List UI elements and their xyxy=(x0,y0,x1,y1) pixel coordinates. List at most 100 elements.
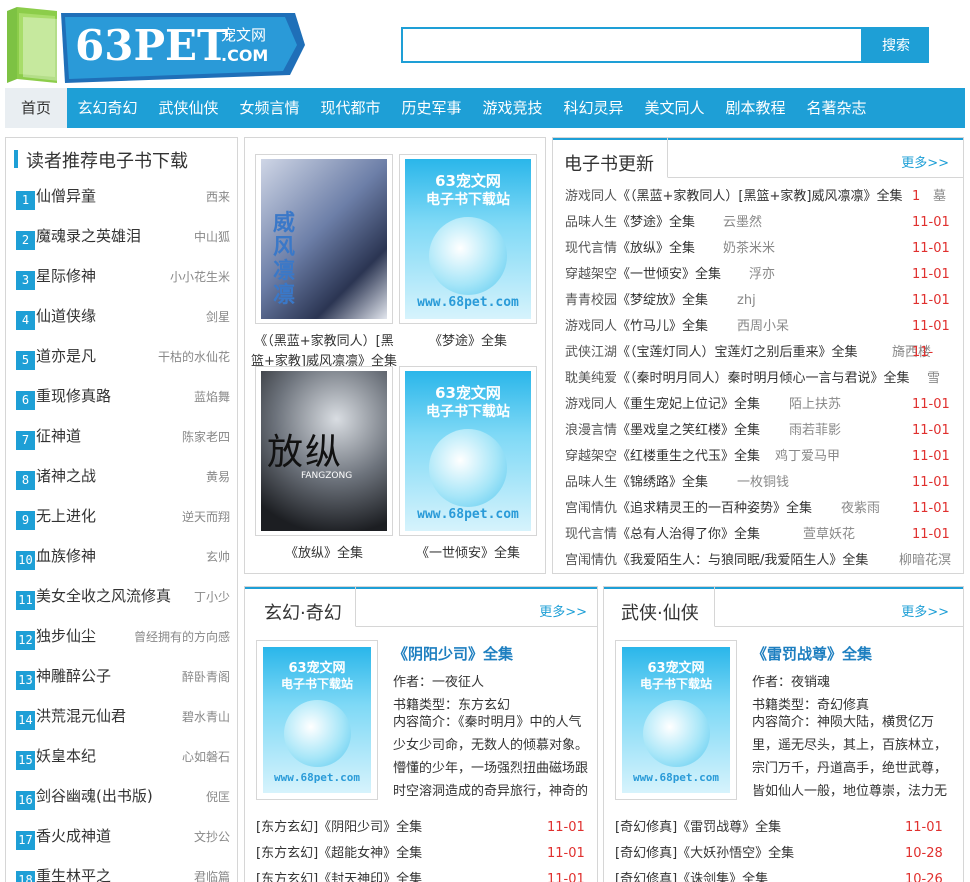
update-category[interactable]: 耽美纯爱 xyxy=(565,371,617,386)
recommend-item[interactable]: 13 神雕醉公子 醉卧青阁 xyxy=(16,658,230,698)
nav-item-6[interactable]: 游戏竞技 xyxy=(472,88,553,128)
update-book-link[interactable]: 《追求精灵王的一百种姿势》全集 xyxy=(617,501,812,516)
update-category[interactable]: 游戏同人 xyxy=(565,189,617,204)
update-book-link[interactable]: 《放纵》全集 xyxy=(617,241,695,256)
feature-cover-frame[interactable]: 63宠文网 电子书下载站 www.68pet.com xyxy=(615,640,737,800)
update-category[interactable]: 宫闱情仇 xyxy=(565,553,617,568)
recommend-item[interactable]: 11 美女全收之风流修真 丁小少 xyxy=(16,578,230,618)
section-book-link[interactable]: [东方玄幻]《超能女神》全集 xyxy=(256,846,422,861)
update-row[interactable]: 穿越架空《红楼重生之代玉》全集 鸡丁爱马甲 11-01 xyxy=(565,444,963,470)
update-book-link[interactable]: 《竹马儿》全集 xyxy=(617,319,708,334)
update-book-link[interactable]: 《（黑蓝+家教同人）[黑篮+家教]威风凛凛》全集 xyxy=(617,189,902,204)
update-category[interactable]: 现代言情 xyxy=(565,241,617,256)
update-row[interactable]: 武侠江湖《（宝莲灯同人）宝莲灯之别后重来》全集 旖西楼 11- xyxy=(565,340,963,366)
recommend-item[interactable]: 2 魔魂录之英雄泪 中山狐 xyxy=(16,218,230,258)
section-book-link[interactable]: [奇幻修真]《大妖孙悟空》全集 xyxy=(615,846,794,861)
update-row[interactable]: 品味人生《梦途》全集 云墨然 11-01 xyxy=(565,210,963,236)
update-row[interactable]: 现代言情《放纵》全集 奶茶米米 11-01 xyxy=(565,236,963,262)
update-row[interactable]: 游戏同人《（黑蓝+家教同人）[黑篮+家教]威风凛凛》全集 墓 1 xyxy=(565,184,963,210)
recommend-item[interactable]: 15 妖皇本纪 心如磐石 xyxy=(16,738,230,778)
recommend-item[interactable]: 4 仙道侠缘 剑星 xyxy=(16,298,230,338)
book-title-link[interactable]: 香火成神道 xyxy=(36,825,111,846)
nav-item-5[interactable]: 历史军事 xyxy=(391,88,472,128)
xuanhuan-more-link[interactable]: 更多>> xyxy=(539,601,587,620)
update-category[interactable]: 品味人生 xyxy=(565,475,617,490)
cover-caption-link[interactable]: 《一世倾安》全集 xyxy=(395,544,541,564)
book-title-link[interactable]: 无上进化 xyxy=(36,505,96,526)
update-book-link[interactable]: 《锦绣路》全集 xyxy=(617,475,708,490)
recommend-item[interactable]: 12 独步仙尘 曾经拥有的方向感 xyxy=(16,618,230,658)
nav-item-4[interactable]: 现代都市 xyxy=(310,88,391,128)
update-book-link[interactable]: 《（秦时明月同人）秦时明月倾心一言与君说》全集 xyxy=(617,371,910,386)
section-list-row[interactable]: [奇幻修真]《雷罚战尊》全集 11-01 xyxy=(615,815,950,841)
recommend-item[interactable]: 14 洪荒混元仙君 碧水青山 xyxy=(16,698,230,738)
update-row[interactable]: 青青校园《梦绽放》全集 zhj 11-01 xyxy=(565,288,963,314)
search-button[interactable]: 搜索 xyxy=(863,27,929,63)
recommend-item[interactable]: 5 道亦是凡 干枯的水仙花 xyxy=(16,338,230,378)
book-title-link[interactable]: 魔魂录之英雄泪 xyxy=(36,225,141,246)
update-category[interactable]: 宫闱情仇 xyxy=(565,501,617,516)
update-book-link[interactable]: 《总有人治得了你》全集 xyxy=(617,527,760,542)
nav-item-9[interactable]: 剧本教程 xyxy=(715,88,796,128)
feature-cover-frame[interactable]: 63宠文网 电子书下载站 www.68pet.com xyxy=(256,640,378,800)
update-category[interactable]: 品味人生 xyxy=(565,215,617,230)
update-category[interactable]: 游戏同人 xyxy=(565,319,617,334)
recommend-item[interactable]: 17 香火成神道 文抄公 xyxy=(16,818,230,858)
nav-item-0[interactable]: 首页 xyxy=(5,88,67,128)
update-category[interactable]: 穿越架空 xyxy=(565,449,617,464)
update-row[interactable]: 宫闱情仇《追求精灵王的一百种姿势》全集 夜紫雨 11-01 xyxy=(565,496,963,522)
update-row[interactable]: 宫闱情仇《我爱陌生人：与狼同眠/我爱陌生人》全集 柳暗花溟 xyxy=(565,548,963,573)
book-title-link[interactable]: 征神道 xyxy=(36,425,81,446)
recommend-item[interactable]: 6 重现修真路 蓝焰舞 xyxy=(16,378,230,418)
wuxia-more-link[interactable]: 更多>> xyxy=(901,601,949,620)
update-category[interactable]: 武侠江湖 xyxy=(565,345,617,360)
section-book-link[interactable]: [东方玄幻]《封天神印》全集 xyxy=(256,872,422,882)
update-row[interactable]: 品味人生《锦绣路》全集 一枚铜钱 11-01 xyxy=(565,470,963,496)
section-book-link[interactable]: [东方玄幻]《阴阳少司》全集 xyxy=(256,820,422,835)
cover-frame[interactable]: 威风凛凛 xyxy=(255,154,393,324)
book-title-link[interactable]: 诸神之战 xyxy=(36,465,96,486)
cover-frame[interactable]: 放纵 FANGZONG xyxy=(255,366,393,536)
recommend-item[interactable]: 16 剑谷幽魂(出书版) 倪匡 xyxy=(16,778,230,818)
update-book-link[interactable]: 《墨戏皇之笑红楼》全集 xyxy=(617,423,760,438)
updates-more-link[interactable]: 更多>> xyxy=(901,152,949,171)
recommend-item[interactable]: 7 征神道 陈家老四 xyxy=(16,418,230,458)
section-list-row[interactable]: [奇幻修真]《诛剑集》全集 10-26 xyxy=(615,867,950,882)
update-book-link[interactable]: 《一世倾安》全集 xyxy=(617,267,721,282)
update-row[interactable]: 耽美纯爱《（秦时明月同人）秦时明月倾心一言与君说》全集 雪 xyxy=(565,366,963,392)
update-category[interactable]: 青青校园 xyxy=(565,293,617,308)
book-title-link[interactable]: 美女全收之风流修真 xyxy=(36,585,171,606)
recommend-item[interactable]: 1 仙僧异童 西来 xyxy=(16,178,230,218)
book-title-link[interactable]: 血族修神 xyxy=(36,545,96,566)
book-title-link[interactable]: 道亦是凡 xyxy=(36,345,96,366)
site-logo[interactable]: 63PET 宠文网 .COM xyxy=(5,5,305,87)
update-category[interactable]: 浪漫言情 xyxy=(565,423,617,438)
feature-book-title[interactable]: 《雷罚战尊》全集 xyxy=(752,643,872,664)
book-title-link[interactable]: 剑谷幽魂(出书版) xyxy=(36,785,153,806)
update-row[interactable]: 游戏同人《竹马儿》全集 西周小呆 11-01 xyxy=(565,314,963,340)
cover-caption-link[interactable]: 《放纵》全集 xyxy=(251,544,397,564)
recommend-item[interactable]: 18 重生林平之 君临篇 xyxy=(16,858,230,882)
update-book-link[interactable]: 《重生宠妃上位记》全集 xyxy=(617,397,760,412)
nav-item-7[interactable]: 科幻灵异 xyxy=(553,88,634,128)
recommend-item[interactable]: 10 血族修神 玄帅 xyxy=(16,538,230,578)
book-title-link[interactable]: 仙僧异童 xyxy=(36,185,96,206)
book-title-link[interactable]: 重现修真路 xyxy=(36,385,111,406)
nav-item-2[interactable]: 武侠仙侠 xyxy=(148,88,229,128)
search-input[interactable] xyxy=(401,27,863,63)
update-row[interactable]: 现代言情《总有人治得了你》全集 萱草妖花 11-01 xyxy=(565,522,963,548)
update-book-link[interactable]: 《梦绽放》全集 xyxy=(617,293,708,308)
update-book-link[interactable]: 《我爱陌生人：与狼同眠/我爱陌生人》全集 xyxy=(617,553,868,568)
book-title-link[interactable]: 重生林平之 xyxy=(36,865,111,882)
section-book-link[interactable]: [奇幻修真]《诛剑集》全集 xyxy=(615,872,768,882)
update-category[interactable]: 游戏同人 xyxy=(565,397,617,412)
update-category[interactable]: 现代言情 xyxy=(565,527,617,542)
book-title-link[interactable]: 神雕醉公子 xyxy=(36,665,111,686)
book-title-link[interactable]: 洪荒混元仙君 xyxy=(36,705,126,726)
book-title-link[interactable]: 星际修神 xyxy=(36,265,96,286)
nav-item-3[interactable]: 女频言情 xyxy=(229,88,310,128)
book-title-link[interactable]: 独步仙尘 xyxy=(36,625,96,646)
update-row[interactable]: 穿越架空《一世倾安》全集 浮亦 11-01 xyxy=(565,262,963,288)
nav-item-10[interactable]: 名著杂志 xyxy=(796,88,877,128)
section-list-row[interactable]: [奇幻修真]《大妖孙悟空》全集 10-28 xyxy=(615,841,950,867)
